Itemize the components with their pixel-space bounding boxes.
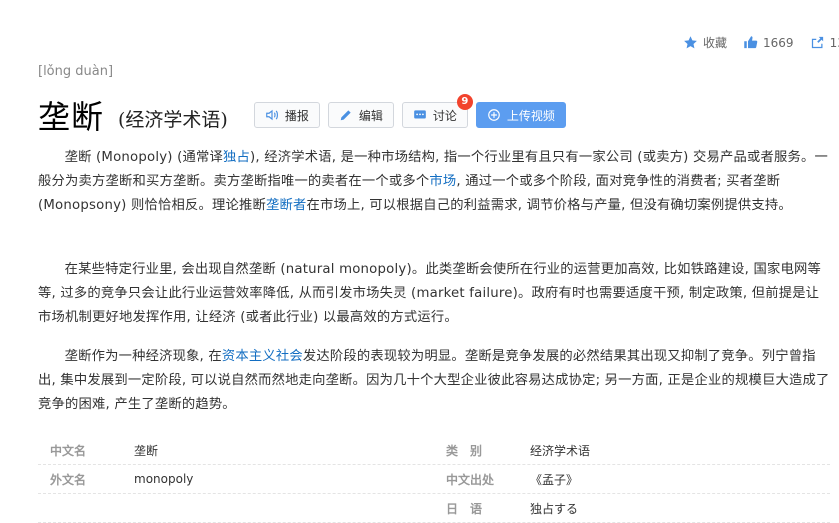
pinyin: [lǒng duàn]: [38, 64, 114, 79]
chat-icon: [414, 110, 426, 119]
share-count: 13: [829, 35, 839, 50]
discuss-button[interactable]: 讨论 9: [401, 94, 473, 128]
link-shichang[interactable]: 市场: [429, 174, 456, 189]
paragraph-3: 垄断作为一种经济现象, 在资本主义社会发达阶段的表现较为明显。垄断是竞争发展的必…: [38, 345, 830, 417]
info-box: 中文名 垄断 类 别 经济学术语 外文名 monopoly 中文出处 《孟子》 …: [38, 436, 830, 523]
info-label: 中文名: [50, 443, 87, 458]
discuss-label: 讨论: [432, 108, 457, 123]
p2-text-1: 在某些特定行业里, 会出现自然垄断 (natural monopoly)。此类垄…: [38, 262, 821, 325]
info-label: 中文出处: [446, 472, 495, 487]
link-zibenzhuyi[interactable]: 资本主义社会: [222, 349, 303, 364]
link-duzhan[interactable]: 独占: [223, 150, 250, 165]
info-label: 日 语: [446, 501, 483, 516]
upload-video-label: 上传视频: [506, 108, 555, 123]
paragraph-2: 在某些特定行业里, 会出现自然垄断 (natural monopoly)。此类垄…: [38, 258, 830, 330]
info-value: 经济学术语: [530, 443, 591, 458]
p3-text-1: 垄断作为一种经济现象, 在: [64, 349, 222, 364]
like-button[interactable]: 1669: [743, 35, 794, 50]
plus-circle-icon: [488, 109, 500, 121]
info-row: 中文名 垄断 类 别 经济学术语: [38, 436, 830, 465]
collect-label: 收藏: [703, 36, 728, 50]
info-value: 独占する: [530, 501, 579, 516]
link-longduanzhe[interactable]: 垄断者: [266, 198, 307, 213]
page-subtitle: (经济学术语): [118, 108, 228, 131]
share-button[interactable]: 13: [810, 35, 839, 50]
p1-text-1: 垄断 (Monopoly) (通常译: [64, 150, 224, 165]
paragraph-1: 垄断 (Monopoly) (通常译独占), 经济学术语, 是一种市场结构, 指…: [38, 146, 830, 218]
share-icon: [811, 36, 823, 49]
upload-video-button[interactable]: 上传视频: [475, 102, 566, 128]
broadcast-button[interactable]: 播报: [253, 102, 320, 128]
info-value: 《孟子》: [530, 472, 579, 487]
title-row: 垄断 (经济学术语) 播报 编辑 讨论 9 上传视频: [38, 90, 574, 140]
speaker-icon: [266, 109, 278, 121]
thumbs-up-icon: [744, 36, 758, 49]
discuss-badge: 9: [456, 94, 473, 110]
top-actions: 收藏 1669 13: [683, 34, 839, 51]
info-value: 垄断: [134, 443, 159, 458]
collect-button[interactable]: 收藏: [683, 34, 727, 51]
info-label: 类 别: [446, 443, 483, 458]
broadcast-label: 播报: [284, 108, 309, 123]
info-label: 外文名: [50, 472, 87, 487]
edit-button[interactable]: 编辑: [327, 102, 394, 128]
edit-label: 编辑: [358, 108, 383, 123]
info-row: 外文名 monopoly 中文出处 《孟子》: [38, 465, 830, 494]
p1-text-4: 在市场上, 可以根据自己的利益需求, 调节价格与产量, 但没有确切案例提供支持。: [306, 198, 792, 213]
page-title: 垄断: [38, 98, 105, 136]
like-count: 1669: [763, 35, 794, 50]
star-icon: [684, 36, 697, 49]
info-value: monopoly: [134, 472, 194, 486]
pencil-icon: [340, 110, 351, 121]
